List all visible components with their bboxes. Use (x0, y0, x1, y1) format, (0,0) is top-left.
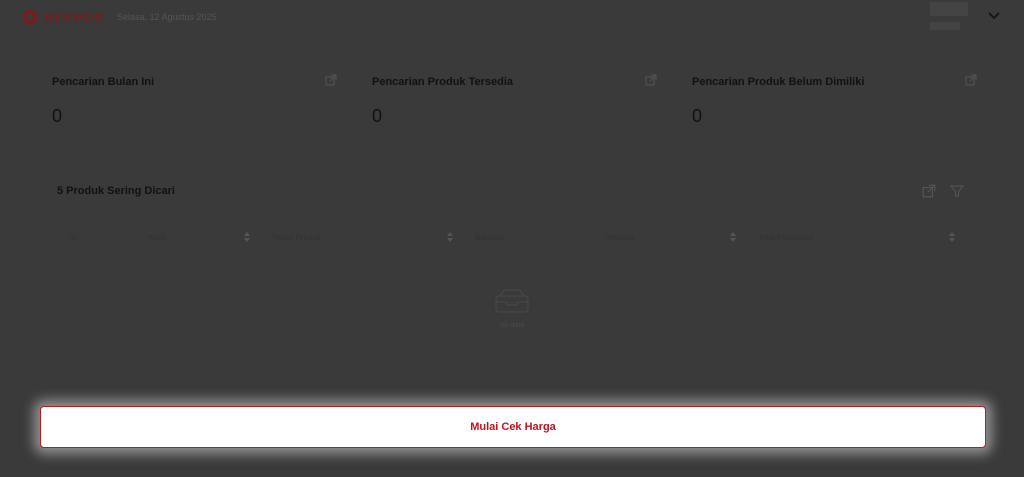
column-header-total-pencarian[interactable]: Total Pencarian (758, 233, 813, 242)
beepos-logo-icon (23, 9, 37, 25)
stat-value: 0 (692, 106, 703, 126)
brand-logo[interactable]: BEEPOS (22, 8, 104, 26)
stat-card-available: Pencarian Produk Tersedia 0 (372, 66, 657, 136)
section-title: 5 Produk Sering Dicari (57, 185, 175, 197)
empty-box-icon (495, 289, 529, 313)
stat-title: Pencarian Produk Belum Dimiliki (692, 76, 865, 88)
external-link-icon[interactable] (325, 74, 337, 86)
sort-icon[interactable] (730, 232, 736, 242)
section-tools (922, 184, 964, 198)
column-header-barcode[interactable]: Barcode (475, 233, 505, 242)
stat-card-month: Pencarian Bulan Ini 0 (52, 66, 337, 136)
sort-icon[interactable] (447, 232, 453, 242)
empty-state: No data (482, 286, 542, 336)
stat-value: 0 (52, 106, 63, 126)
external-link-icon[interactable] (922, 184, 936, 198)
table-header: No Kode Nama Produk Barcode Tersedia Tot… (52, 228, 962, 248)
stat-value: 0 (372, 106, 383, 126)
start-price-check-label: Mulai Cek Harga (470, 421, 556, 433)
column-header-tersedia[interactable]: Tersedia (604, 233, 634, 242)
column-header-kode[interactable]: Kode (148, 233, 167, 242)
column-header-no[interactable]: No (68, 233, 78, 242)
stat-title: Pencarian Bulan Ini (52, 76, 155, 88)
stat-card-not-owned: Pencarian Produk Belum Dimiliki 0 (692, 66, 977, 136)
external-link-icon[interactable] (965, 74, 977, 86)
sort-icon[interactable] (949, 232, 955, 242)
user-role-placeholder (930, 22, 960, 30)
user-name-placeholder (930, 2, 968, 16)
top-products-section: 5 Produk Sering Dicari No Kode Nama Prod… (52, 178, 972, 358)
empty-state-text: No data (499, 322, 525, 329)
filter-icon[interactable] (950, 184, 964, 198)
brand-name: BEEPOS (44, 9, 105, 25)
current-date: Selasa, 12 Agustus 2025 (117, 12, 217, 22)
user-profile[interactable] (924, 2, 968, 30)
stat-title: Pencarian Produk Tersedia (372, 76, 514, 88)
start-price-check-button[interactable]: Mulai Cek Harga (40, 406, 986, 448)
chevron-down-icon[interactable] (986, 8, 1002, 24)
top-header: BEEPOS Selasa, 12 Agustus 2025 (0, 0, 1024, 34)
column-header-nama-produk[interactable]: Nama Produk (272, 233, 321, 242)
sort-icon[interactable] (244, 232, 250, 242)
external-link-icon[interactable] (645, 74, 657, 86)
